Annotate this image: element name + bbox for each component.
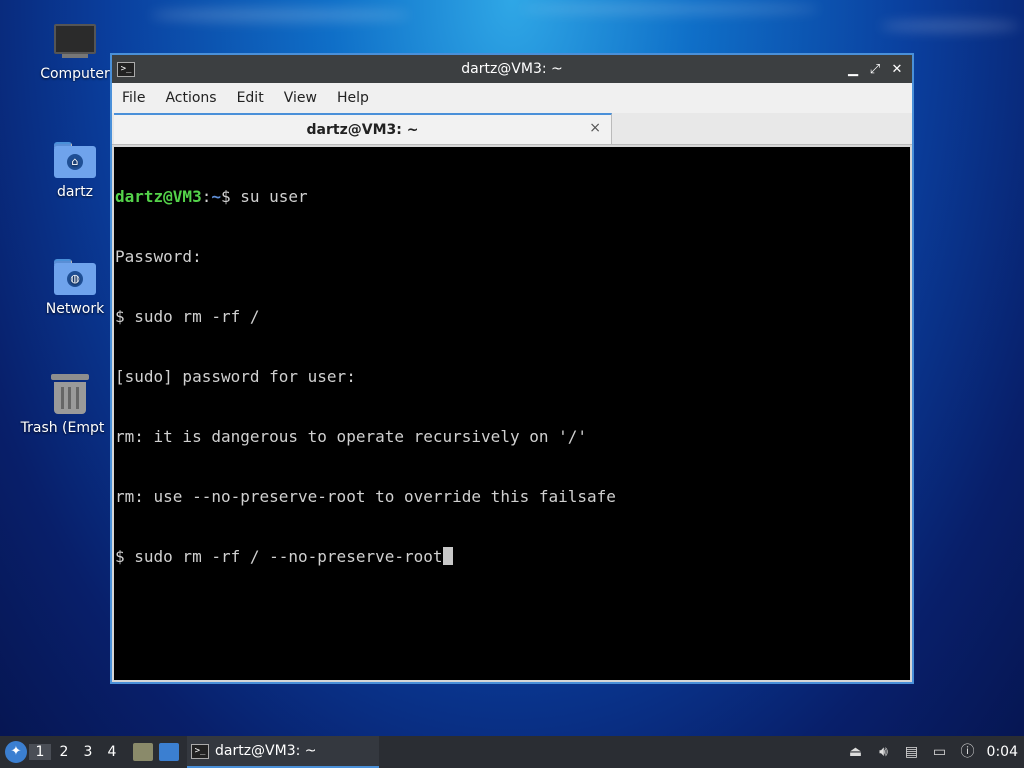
tab-terminal[interactable]: dartz@VM3: ~ × — [114, 113, 612, 144]
file-manager-icon[interactable] — [133, 743, 153, 761]
terminal-line: $ sudo rm -rf / — [115, 307, 260, 326]
network-icon[interactable]: ▭ — [931, 743, 949, 761]
show-desktop-icon[interactable] — [159, 743, 179, 761]
home-folder-icon: ⌂ — [54, 142, 96, 178]
menu-help[interactable]: Help — [337, 90, 369, 106]
menu-file[interactable]: File — [122, 90, 145, 106]
terminal-line: [sudo] password for user: — [115, 367, 356, 386]
current-input: $ sudo rm -rf / --no-preserve-root — [115, 547, 443, 566]
command-text: su user — [240, 187, 308, 206]
window-titlebar[interactable]: >_ dartz@VM3: ~ ▁ ⤢ ✕ — [112, 55, 912, 83]
prompt-colon: : — [201, 187, 212, 206]
desktop-icon-label: Trash (Empt — [20, 420, 105, 436]
clipboard-icon[interactable]: ▤ — [903, 743, 921, 761]
terminal-window[interactable]: >_ dartz@VM3: ~ ▁ ⤢ ✕ File Actions Edit … — [110, 53, 914, 684]
trash-icon — [51, 374, 89, 414]
prompt-user: dartz@VM3 — [115, 187, 202, 206]
terminal-line: Password: — [115, 247, 202, 266]
task-label: dartz@VM3: ~ — [215, 743, 317, 759]
terminal-app-icon[interactable]: >_ — [117, 61, 135, 77]
menu-bar: File Actions Edit View Help — [112, 83, 912, 113]
volume-icon[interactable]: 🔊︎ — [875, 743, 893, 761]
terminal-input-line[interactable]: $ sudo rm -rf / --no-preserve-root — [115, 547, 910, 567]
network-folder-icon: ◍ — [54, 259, 96, 295]
text-cursor — [442, 547, 453, 565]
tab-bar: dartz@VM3: ~ × — [112, 113, 912, 145]
prompt-symbol: $ — [220, 187, 241, 206]
eject-icon[interactable]: ⏏ — [847, 743, 865, 761]
terminal-output[interactable]: dartz@VM3:~$ su user Password: $ sudo rm… — [114, 147, 910, 680]
taskbar: ✦ 1 2 3 4 >_ dartz@VM3: ~ ⏏ 🔊︎ ▤ ▭ ⓘ 0:0… — [0, 736, 1024, 768]
computer-icon — [54, 24, 96, 60]
menu-edit[interactable]: Edit — [237, 90, 264, 106]
clock[interactable]: 0:04 — [987, 744, 1018, 760]
desktop-icon-trash[interactable]: Trash (Empt — [15, 374, 125, 436]
prompt-path: ~ — [211, 187, 221, 206]
system-tray: ⏏ 🔊︎ ▤ ▭ ⓘ 0:04 — [847, 743, 1018, 761]
terminal-task-icon: >_ — [191, 743, 209, 759]
menu-actions[interactable]: Actions — [165, 90, 216, 106]
maximize-button[interactable]: ⤢ — [868, 62, 882, 77]
terminal-line: dartz@VM3:~$ su user — [115, 187, 910, 207]
start-menu-icon[interactable]: ✦ — [5, 741, 27, 763]
taskbar-task-terminal[interactable]: >_ dartz@VM3: ~ — [187, 736, 379, 768]
terminal-line: rm: it is dangerous to operate recursive… — [115, 427, 588, 446]
workspace-1[interactable]: 1 — [29, 744, 51, 760]
close-button[interactable]: ✕ — [890, 62, 904, 77]
menu-view[interactable]: View — [284, 90, 317, 106]
tab-label: dartz@VM3: ~ — [306, 121, 419, 138]
tab-close-icon[interactable]: × — [589, 120, 601, 136]
window-title: dartz@VM3: ~ — [461, 61, 563, 77]
workspace-4[interactable]: 4 — [101, 744, 123, 760]
notification-icon[interactable]: ⓘ — [959, 743, 977, 761]
terminal-line: rm: use --no-preserve-root to override t… — [115, 487, 616, 506]
workspace-3[interactable]: 3 — [77, 744, 99, 760]
minimize-button[interactable]: ▁ — [846, 62, 860, 77]
workspace-2[interactable]: 2 — [53, 744, 75, 760]
